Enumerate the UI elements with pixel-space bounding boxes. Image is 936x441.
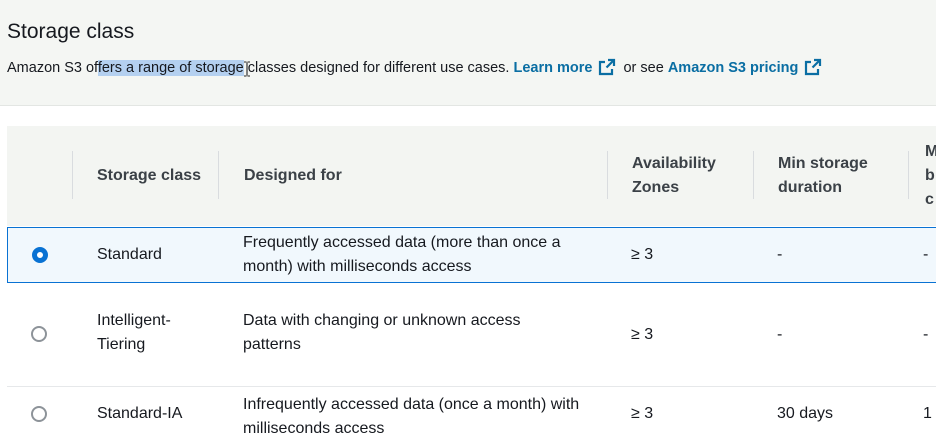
min-storage-duration-value: 30 days [777, 405, 834, 422]
storage-class-radio-standard-ia[interactable] [31, 406, 47, 422]
next-column-value: - [923, 246, 929, 263]
learn-more-label: Learn more [513, 60, 593, 76]
storage-class-name: Intelligent-Tiering [97, 312, 171, 353]
column-header-label: Designed for [244, 167, 342, 184]
column-header-label: Min storage duration [778, 155, 868, 196]
description-text-start: Amazon S3 of [7, 60, 98, 76]
column-separator [218, 151, 219, 199]
availability-zones-value: ≥ 3 [631, 325, 654, 343]
learn-more-link[interactable]: Learn more [513, 58, 619, 76]
column-header-label: Storage class [97, 167, 202, 184]
availability-zones-value: ≥ 3 [631, 405, 654, 422]
column-separator [908, 151, 909, 199]
table-row-intelligent-tiering[interactable]: Intelligent-Tiering Data with changing o… [7, 283, 936, 386]
designed-for-text: Infrequently accessed data (once a month… [243, 396, 580, 437]
column-header-min-storage-duration: Min storage duration [778, 126, 903, 226]
min-storage-duration-value: - [777, 246, 783, 263]
table-row-standard[interactable]: Standard Frequently accessed data (more … [7, 227, 936, 283]
column-header-label: c [925, 191, 934, 208]
storage-class-name: Standard [97, 246, 162, 263]
column-header-designed-for: Designed for [244, 126, 544, 226]
min-storage-duration-value: - [777, 325, 783, 343]
s3-pricing-label: Amazon S3 pricing [667, 60, 799, 76]
storage-class-table: Storage class Designed for Availability … [7, 126, 936, 437]
column-separator [607, 151, 608, 199]
availability-zones-value: ≥ 3 [631, 246, 654, 263]
storage-class-radio-standard[interactable] [32, 247, 48, 263]
or-see-text: or see [619, 60, 668, 76]
column-separator [72, 151, 73, 199]
table-row-standard-ia[interactable]: Standard-IA Infrequently accessed data (… [7, 387, 936, 437]
column-header-availability-zones: Availability Zones [632, 126, 742, 226]
column-separator [753, 151, 754, 199]
designed-for-text: Frequently accessed data (more than once… [243, 234, 561, 275]
column-header-label: b [925, 167, 935, 184]
description-text-end: classes designed for different use cases… [243, 60, 514, 76]
column-header-storage-class: Storage class [97, 126, 207, 226]
storage-class-radio-intelligent-tiering[interactable] [31, 326, 47, 342]
storage-class-header: Storage class Amazon S3 offers a range o… [0, 0, 936, 106]
section-title: Storage class [7, 20, 135, 43]
s3-pricing-link[interactable]: Amazon S3 pricing [667, 58, 826, 76]
section-description: Amazon S3 offers a range of storage clas… [7, 58, 825, 78]
column-header-next-truncated: M b c [925, 126, 936, 226]
text-cursor-icon [244, 61, 250, 77]
storage-class-name: Standard-IA [97, 405, 183, 422]
next-column-value: - [923, 325, 929, 343]
table-header: Storage class Designed for Availability … [7, 126, 936, 226]
description-text-selected: fers a range of storage [97, 60, 244, 76]
next-column-value: 1 [923, 405, 932, 422]
column-header-label: M [925, 143, 936, 160]
external-link-icon[interactable] [804, 58, 822, 76]
designed-for-text: Data with changing or unknown access pat… [243, 312, 521, 353]
external-link-icon[interactable] [598, 58, 616, 76]
column-header-label: Availability Zones [632, 155, 716, 196]
